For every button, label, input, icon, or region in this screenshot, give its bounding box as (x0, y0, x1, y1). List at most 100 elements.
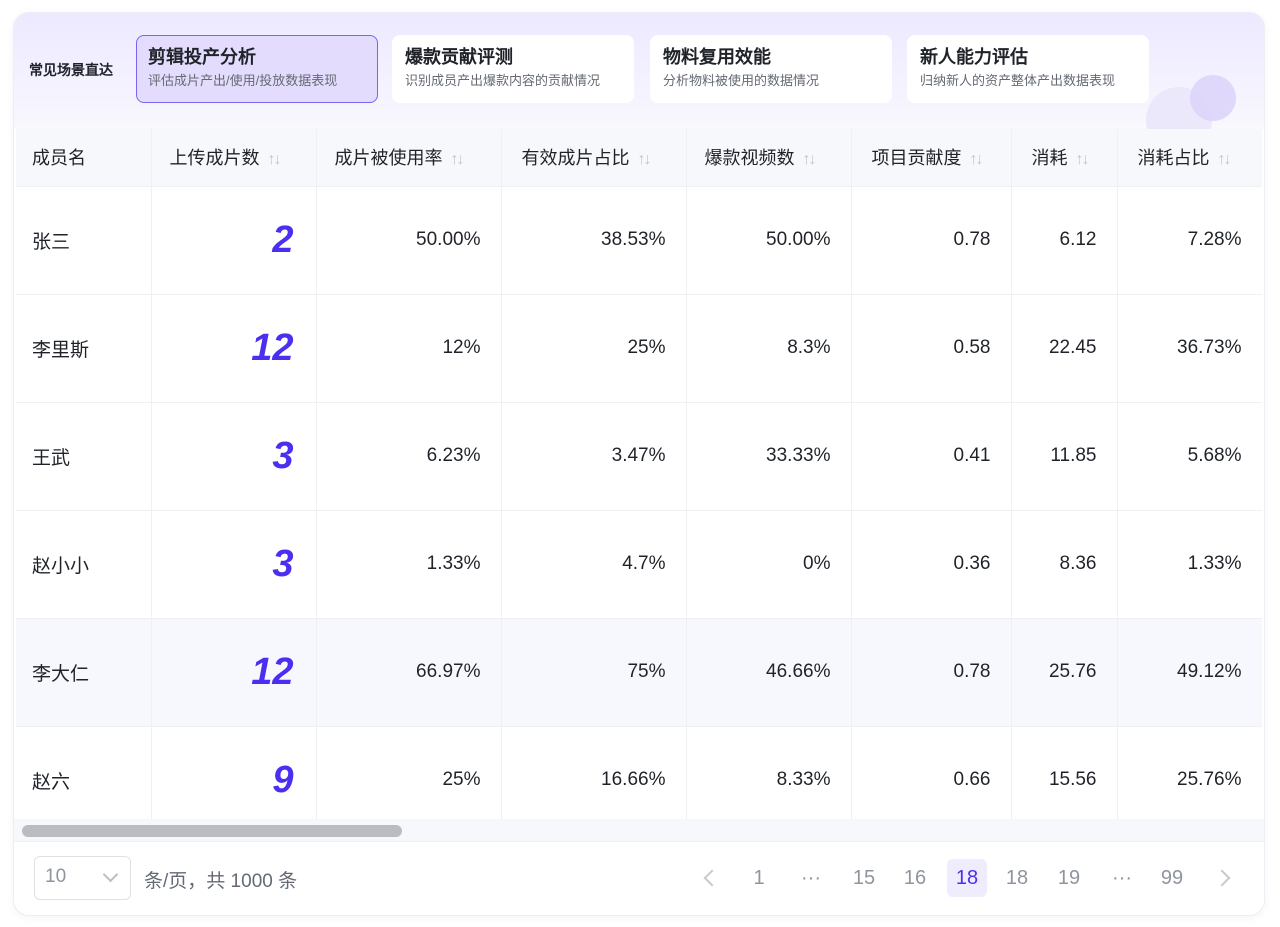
table-row[interactable]: 赵小小 3 1.33% 4.7% 0% 0.36 8.36 1.33% (16, 510, 1262, 619)
cell-contribution: 0.58 (851, 294, 1012, 403)
cell-contribution: 0.78 (851, 186, 1012, 295)
sort-icon[interactable]: ↑↓ (1218, 151, 1232, 168)
cell-name: 王武 (16, 402, 152, 511)
cell-name: 赵六 (16, 726, 152, 819)
prev-page-icon[interactable] (703, 869, 721, 887)
cell-name: 李大仁 (16, 618, 152, 727)
page-size-select[interactable]: 10 (34, 856, 131, 900)
scene-card-title: 剪辑投产分析 (148, 47, 256, 67)
sort-icon[interactable]: ↑↓ (1076, 151, 1090, 168)
cell-uploads: 12 (151, 618, 317, 727)
table-header-row: 成员名 上传成片数 ↑↓ 成片被使用率 ↑↓ 有效成片占比 ↑↓ 爆款视频数 ↑↓ 项目… (16, 129, 1262, 187)
cell-cost: 25.76 (1011, 618, 1118, 727)
cell-cost: 22.45 (1011, 294, 1118, 403)
chevron-down-icon (102, 866, 119, 883)
sort-icon[interactable]: ↑↓ (970, 151, 984, 168)
scene-card-subtitle: 识别成员产出爆款内容的贡献情况 (405, 73, 601, 88)
cell-uploads: 9 (151, 726, 317, 819)
cell-name: 张三 (16, 186, 152, 295)
scene-card-title: 爆款贡献评测 (405, 47, 513, 67)
column-header-cost-ratio[interactable]: 消耗占比 ↑↓ (1117, 129, 1262, 187)
cell-valid-ratio: 25% (501, 294, 687, 403)
cell-hit-videos: 33.33% (686, 402, 852, 511)
cell-uploads: 3 (151, 402, 317, 511)
cell-uploads: 2 (151, 186, 317, 295)
data-table-container: 成员名 上传成片数 ↑↓ 成片被使用率 ↑↓ 有效成片占比 ↑↓ 爆款视频数 ↑↓ 项目… (16, 129, 1262, 819)
cell-valid-ratio: 38.53% (501, 186, 687, 295)
cell-cost-ratio: 25.76% (1117, 726, 1262, 819)
cell-hit-videos: 46.66% (686, 618, 852, 727)
page-button[interactable]: 99 (1155, 859, 1189, 897)
page-ellipsis[interactable]: ··· (794, 859, 828, 897)
column-header-valid-ratio[interactable]: 有效成片占比 ↑↓ (501, 129, 687, 187)
scene-card-material-reuse[interactable]: 物料复用效能 分析物料被使用的数据情况 (650, 35, 892, 103)
cell-name: 赵小小 (16, 510, 152, 619)
horizontal-scrollbar[interactable] (14, 819, 1264, 842)
scene-card-hit-contribution[interactable]: 爆款贡献评测 识别成员产出爆款内容的贡献情况 (392, 35, 634, 103)
page-size-value: 10 (45, 866, 67, 887)
total-count-text: 条/页，共 1000 条 (144, 871, 298, 892)
column-header-usage-rate[interactable]: 成片被使用率 ↑↓ (316, 129, 502, 187)
member-table: 成员名 上传成片数 ↑↓ 成片被使用率 ↑↓ 有效成片占比 ↑↓ 爆款视频数 ↑↓ 项目… (16, 129, 1262, 819)
scene-card-newcomer-eval[interactable]: 新人能力评估 归纳新人的资产整体产出数据表现 (907, 35, 1149, 103)
cell-cost-ratio: 36.73% (1117, 294, 1262, 403)
sort-icon[interactable]: ↑↓ (268, 151, 282, 168)
table-row[interactable]: 赵六 9 25% 16.66% 8.33% 0.66 15.56 25.76% (16, 726, 1262, 819)
scene-card-subtitle: 评估成片产出/使用/投放数据表现 (148, 73, 338, 88)
cell-contribution: 0.41 (851, 402, 1012, 511)
cell-contribution: 0.78 (851, 618, 1012, 727)
column-header-hit-videos[interactable]: 爆款视频数 ↑↓ (686, 129, 852, 187)
scene-card-edit-analysis[interactable]: 剪辑投产分析 评估成片产出/使用/投放数据表现 (136, 35, 378, 103)
page-button-current[interactable]: 18 (947, 859, 987, 897)
cell-usage-rate: 50.00% (316, 186, 502, 295)
cell-name: 李里斯 (16, 294, 152, 403)
page-button[interactable]: 19 (1052, 859, 1086, 897)
page-button[interactable]: 16 (898, 859, 932, 897)
cell-hit-videos: 0% (686, 510, 852, 619)
pagination: 10 条/页，共 1000 条 1 ··· 15 16 18 18 19 ···… (14, 842, 1264, 915)
sort-icon[interactable]: ↑↓ (451, 151, 465, 168)
next-page-icon[interactable] (1213, 869, 1231, 887)
cell-contribution: 0.66 (851, 726, 1012, 819)
table-row[interactable]: 王武 3 6.23% 3.47% 33.33% 0.41 11.85 5.68% (16, 402, 1262, 511)
page-button[interactable]: 18 (1000, 859, 1034, 897)
table-row[interactable]: 李大仁 12 66.97% 75% 46.66% 0.78 25.76 49.1… (16, 618, 1262, 727)
cell-hit-videos: 8.3% (686, 294, 852, 403)
cell-cost-ratio: 7.28% (1117, 186, 1262, 295)
cell-cost: 11.85 (1011, 402, 1118, 511)
table-row[interactable]: 张三 2 50.00% 38.53% 50.00% 0.78 6.12 7.28… (16, 186, 1262, 295)
cell-uploads: 3 (151, 510, 317, 619)
scene-label: 常见场景直达 (29, 62, 113, 78)
scene-card-title: 物料复用效能 (663, 47, 771, 67)
sort-icon[interactable]: ↑↓ (803, 151, 817, 168)
cell-cost-ratio: 5.68% (1117, 402, 1262, 511)
cell-usage-rate: 1.33% (316, 510, 502, 619)
scene-bar: 常见场景直达 剪辑投产分析 评估成片产出/使用/投放数据表现 爆款贡献评测 识别… (14, 13, 1264, 153)
column-header-cost[interactable]: 消耗 ↑↓ (1011, 129, 1118, 187)
page-button[interactable]: 1 (744, 859, 774, 897)
column-header-contribution[interactable]: 项目贡献度 ↑↓ (851, 129, 1012, 187)
scrollbar-thumb[interactable] (22, 825, 402, 837)
sort-icon[interactable]: ↑↓ (638, 151, 652, 168)
cell-usage-rate: 12% (316, 294, 502, 403)
scene-card-title: 新人能力评估 (920, 47, 1028, 67)
cell-valid-ratio: 16.66% (501, 726, 687, 819)
scene-card-subtitle: 分析物料被使用的数据情况 (663, 73, 820, 88)
cell-cost-ratio: 49.12% (1117, 618, 1262, 727)
cell-valid-ratio: 75% (501, 618, 687, 727)
column-header-name: 成员名 (16, 129, 152, 187)
cell-hit-videos: 8.33% (686, 726, 852, 819)
cell-usage-rate: 25% (316, 726, 502, 819)
cell-cost: 6.12 (1011, 186, 1118, 295)
cell-valid-ratio: 4.7% (501, 510, 687, 619)
table-row[interactable]: 李里斯 12 12% 25% 8.3% 0.58 22.45 36.73% (16, 294, 1262, 403)
cell-contribution: 0.36 (851, 510, 1012, 619)
column-header-uploads[interactable]: 上传成片数 ↑↓ (151, 129, 317, 187)
cell-usage-rate: 6.23% (316, 402, 502, 511)
cell-hit-videos: 50.00% (686, 186, 852, 295)
cell-cost: 15.56 (1011, 726, 1118, 819)
scene-card-subtitle: 归纳新人的资产整体产出数据表现 (920, 73, 1116, 88)
cell-valid-ratio: 3.47% (501, 402, 687, 511)
page-ellipsis[interactable]: ··· (1105, 859, 1139, 897)
page-button[interactable]: 15 (847, 859, 881, 897)
